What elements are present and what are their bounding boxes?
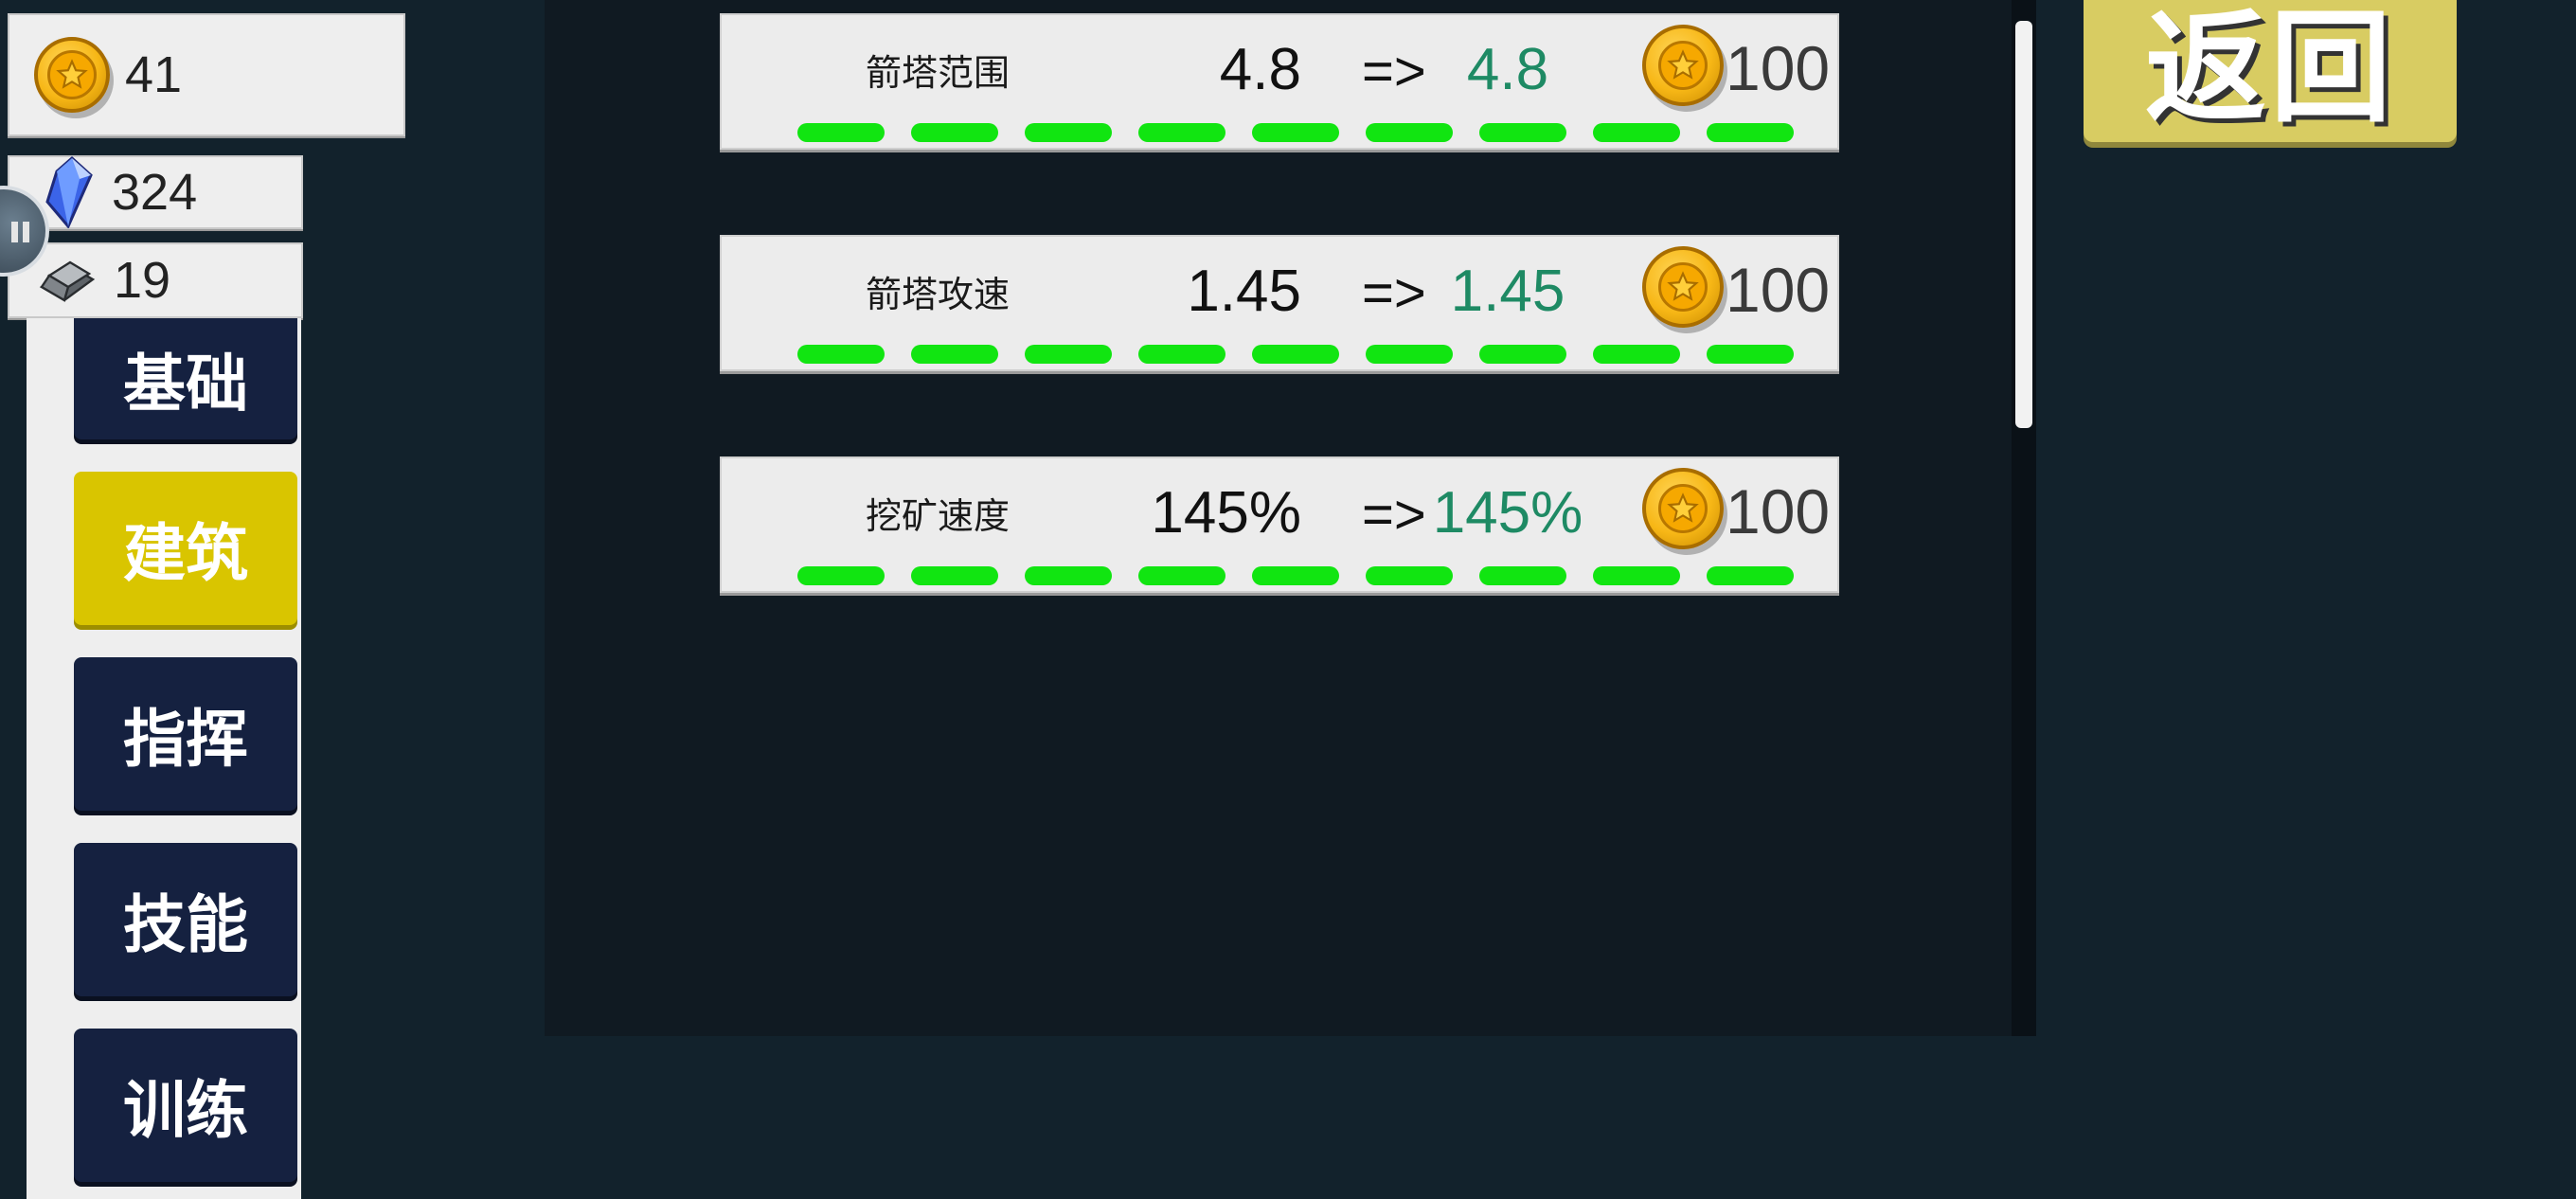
gem-amount: 324 <box>112 164 198 221</box>
gem-currency-panel: 324 <box>8 155 303 229</box>
level-segment <box>1366 345 1453 364</box>
menu-building-button[interactable]: 建筑 <box>74 472 297 625</box>
upgrade-price: 100 <box>1726 255 1831 325</box>
level-segment <box>797 566 885 585</box>
level-segment <box>1479 566 1566 585</box>
menu-basic-label: 基础 <box>123 348 248 421</box>
upgrade-name: 箭塔范围 <box>866 52 1011 94</box>
menu-training-button[interactable]: 训练 <box>74 1029 297 1182</box>
upgrade-current-value: 4.8 <box>1219 37 1301 102</box>
iron-amount: 19 <box>114 252 171 309</box>
level-segment <box>1025 345 1112 364</box>
upgrade-level-bar <box>797 566 1794 585</box>
level-segment <box>1252 123 1339 142</box>
level-segment <box>797 345 885 364</box>
level-segment <box>1593 566 1680 585</box>
level-segment <box>1138 345 1225 364</box>
level-segment <box>1252 345 1339 364</box>
level-segment <box>1366 123 1453 142</box>
level-segment <box>1707 123 1794 142</box>
upgrade-next-value: 4.8 <box>1466 37 1549 102</box>
menu-basic-button[interactable]: 基础 <box>74 318 297 439</box>
level-segment <box>1138 566 1225 585</box>
upgrade-price-coin-icon <box>1642 25 1724 106</box>
level-segment <box>1366 566 1453 585</box>
level-segment <box>1479 123 1566 142</box>
level-segment <box>1479 345 1566 364</box>
level-segment <box>911 566 998 585</box>
level-segment <box>1138 123 1225 142</box>
category-menu: 基础 建筑 指挥 技能 训练 <box>27 318 301 1199</box>
upgrade-row-tower-range[interactable]: 箭塔范围 4.8 => 4.8 100 <box>720 13 1839 150</box>
level-segment <box>1707 566 1794 585</box>
menu-skill-label: 技能 <box>123 888 248 961</box>
scrollbar-thumb[interactable] <box>2015 21 2032 428</box>
iron-ingot-icon <box>38 257 97 304</box>
upgrade-name: 箭塔攻速 <box>866 274 1011 315</box>
upgrade-price-coin-icon <box>1642 246 1724 328</box>
upgrade-name: 挖矿速度 <box>866 495 1011 537</box>
upgrade-row-tower-attack-speed[interactable]: 箭塔攻速 1.45 => 1.45 100 <box>720 235 1839 371</box>
level-segment <box>911 123 998 142</box>
gold-currency-panel: 41 <box>8 13 405 136</box>
upgrade-current-value: 1.45 <box>1187 259 1301 324</box>
pause-icon <box>11 222 29 242</box>
level-segment <box>797 123 885 142</box>
menu-command-button[interactable]: 指挥 <box>74 657 297 811</box>
menu-command-label: 指挥 <box>123 703 248 776</box>
level-segment <box>1707 345 1794 364</box>
back-button-label: 返回 <box>2144 0 2395 139</box>
upgrade-price: 100 <box>1726 476 1831 546</box>
level-segment <box>1252 566 1339 585</box>
menu-training-label: 训练 <box>123 1074 248 1147</box>
gold-coin-icon <box>34 37 110 113</box>
blue-crystal-icon <box>42 156 95 228</box>
upgrade-price: 100 <box>1726 33 1831 103</box>
upgrade-next-value: 145% <box>1432 480 1583 546</box>
iron-currency-panel: 19 <box>8 242 303 318</box>
level-segment <box>911 345 998 364</box>
upgrade-row-mining-speed[interactable]: 挖矿速度 145% => 145% 100 <box>720 456 1839 593</box>
upgrade-price-coin-icon <box>1642 468 1724 549</box>
menu-building-label: 建筑 <box>123 517 248 590</box>
level-segment <box>1025 566 1112 585</box>
level-segment <box>1593 345 1680 364</box>
gold-amount: 41 <box>125 46 183 103</box>
level-segment <box>1025 123 1112 142</box>
level-segment <box>1593 123 1680 142</box>
upgrade-level-bar <box>797 345 1794 364</box>
upgrade-current-value: 145% <box>1151 480 1301 546</box>
back-button[interactable]: 返回 <box>2084 0 2457 142</box>
menu-skill-button[interactable]: 技能 <box>74 843 297 996</box>
upgrade-next-value: 1.45 <box>1450 259 1565 324</box>
upgrade-level-bar <box>797 123 1794 142</box>
